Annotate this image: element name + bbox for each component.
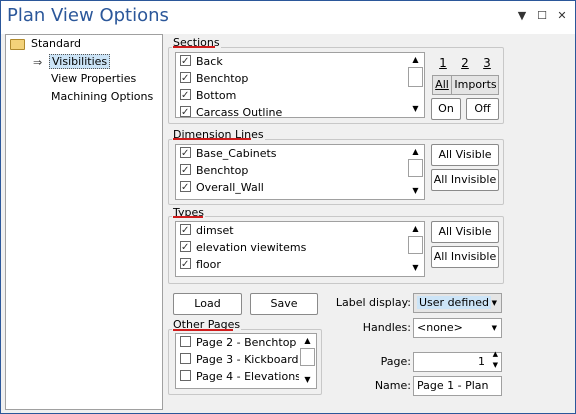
- scroll-up-icon[interactable]: ▲: [301, 336, 314, 346]
- checkbox[interactable]: [180, 70, 191, 87]
- checkbox[interactable]: [180, 87, 191, 104]
- chevron-down-icon: ▼: [491, 299, 497, 307]
- list-item[interactable]: dimset: [180, 222, 234, 239]
- sections-scrollbar[interactable]: ▲ ▼: [407, 53, 424, 117]
- handles-select[interactable]: <none> ▼: [413, 318, 502, 338]
- types-scrollbar[interactable]: ▲ ▼: [407, 222, 424, 276]
- scroll-down-icon[interactable]: ▼: [409, 186, 422, 196]
- scroll-up-icon[interactable]: ▲: [409, 147, 422, 157]
- types-all-invisible-button[interactable]: All Invisible: [431, 246, 499, 268]
- page-number-1[interactable]: 1: [437, 56, 449, 70]
- page-stepper[interactable]: 1 ▲ ▼: [413, 349, 502, 372]
- page-label: Page:: [380, 355, 411, 368]
- scroll-up-icon[interactable]: ▲: [409, 55, 422, 65]
- checkbox[interactable]: [180, 104, 191, 117]
- checkbox[interactable]: [180, 222, 191, 239]
- checkbox[interactable]: [180, 162, 191, 179]
- types-all-visible-button[interactable]: All Visible: [431, 221, 499, 243]
- list-item[interactable]: Bottom: [180, 87, 236, 104]
- list-item[interactable]: Back: [180, 53, 223, 70]
- checkbox[interactable]: [180, 336, 191, 347]
- chevron-down-icon: ▼: [491, 324, 497, 332]
- save-button[interactable]: Save: [250, 293, 318, 315]
- close-icon[interactable]: ✕: [555, 9, 569, 23]
- types-list[interactable]: dimset elevation viewitems floor ▲ ▼: [175, 221, 425, 277]
- other-pages-underline: [173, 329, 233, 331]
- options-tree[interactable]: Standard ⇒ Visibilities View Properties …: [5, 34, 163, 410]
- stepper-down-icon[interactable]: ▼: [493, 360, 498, 370]
- checkbox[interactable]: [180, 239, 191, 256]
- scroll-up-icon[interactable]: ▲: [409, 224, 422, 234]
- list-item[interactable]: floor: [180, 256, 221, 273]
- stepper-up-icon[interactable]: ▲: [493, 349, 498, 359]
- folder-icon: [10, 39, 25, 50]
- list-item[interactable]: Page 4 - Elevations: [180, 368, 301, 385]
- dimension-lines-all-visible-button[interactable]: All Visible: [431, 144, 499, 166]
- label-display-select[interactable]: User defined ▼: [413, 293, 502, 313]
- tab-all[interactable]: All: [433, 76, 452, 94]
- page-number-3[interactable]: 3: [481, 56, 493, 70]
- dimension-lines-scrollbar[interactable]: ▲ ▼: [407, 145, 424, 199]
- dimension-lines-list[interactable]: Base_Cabinets Benchtop Overall_Wall ▲ ▼: [175, 144, 425, 200]
- scroll-down-icon[interactable]: ▼: [409, 104, 422, 114]
- types-underline: [173, 216, 203, 218]
- name-input[interactable]: Page 1 - Plan: [413, 376, 502, 396]
- tree-item-label: Standard: [31, 37, 82, 50]
- checkbox[interactable]: [180, 370, 191, 381]
- list-item[interactable]: Page 2 - Benchtop: [180, 334, 296, 351]
- list-item[interactable]: Carcass Outline: [180, 104, 282, 117]
- checkbox[interactable]: [180, 353, 191, 364]
- name-label: Name:: [374, 379, 411, 392]
- label-display-label: Label display:: [335, 296, 411, 309]
- tab-imports[interactable]: Imports: [453, 76, 498, 94]
- filter-tabs: All Imports: [432, 75, 499, 95]
- plan-view-options-window: Plan View Options ▼ ☐ ✕ Standard ⇒ Visib…: [0, 0, 576, 414]
- scroll-thumb[interactable]: [408, 67, 423, 87]
- checkbox[interactable]: [180, 145, 191, 162]
- tree-item-standard[interactable]: Standard: [6, 36, 156, 52]
- tree-item-machining-options[interactable]: Machining Options: [51, 89, 153, 105]
- scroll-thumb[interactable]: [300, 348, 315, 366]
- dimension-lines-all-invisible-button[interactable]: All Invisible: [431, 169, 499, 191]
- list-item[interactable]: Benchtop: [180, 70, 248, 87]
- load-button[interactable]: Load: [173, 293, 242, 315]
- checkbox[interactable]: [180, 53, 191, 70]
- scroll-down-icon[interactable]: ▼: [301, 375, 314, 385]
- list-item[interactable]: Benchtop: [180, 162, 248, 179]
- list-item[interactable]: Base_Cabinets: [180, 145, 277, 162]
- other-pages-scrollbar[interactable]: ▲ ▼: [299, 334, 316, 388]
- handles-label: Handles:: [362, 321, 411, 334]
- list-item[interactable]: elevation viewitems: [180, 239, 306, 256]
- sections-list[interactable]: Back Benchtop Bottom Carcass Outline ▲ ▼: [175, 52, 425, 118]
- tree-item-view-properties[interactable]: View Properties: [51, 71, 136, 87]
- scroll-thumb[interactable]: [408, 159, 423, 177]
- scroll-thumb[interactable]: [408, 236, 423, 254]
- maximize-icon[interactable]: ☐: [535, 9, 549, 23]
- checkbox[interactable]: [180, 179, 191, 196]
- on-button[interactable]: On: [431, 98, 461, 120]
- list-item[interactable]: Overall_Wall: [180, 179, 264, 196]
- sections-underline: [173, 46, 215, 48]
- arrow-right-icon: ⇒: [33, 56, 43, 69]
- checkbox[interactable]: [180, 256, 191, 273]
- other-pages-list[interactable]: Page 2 - Benchtop Page 3 - Kickboard Pag…: [175, 333, 317, 389]
- tree-item-visibilities[interactable]: Visibilities: [49, 54, 111, 70]
- dimension-lines-underline: [173, 138, 251, 140]
- title-bar: Plan View Options ▼ ☐ ✕: [1, 1, 575, 34]
- tree-item-label: Visibilities: [49, 54, 111, 69]
- window-title: Plan View Options: [7, 5, 169, 26]
- page-number-2[interactable]: 2: [459, 56, 471, 70]
- off-button[interactable]: Off: [466, 98, 499, 120]
- window-menu-icon[interactable]: ▼: [515, 9, 529, 23]
- scroll-down-icon[interactable]: ▼: [409, 263, 422, 273]
- list-item[interactable]: Page 3 - Kickboard: [180, 351, 299, 368]
